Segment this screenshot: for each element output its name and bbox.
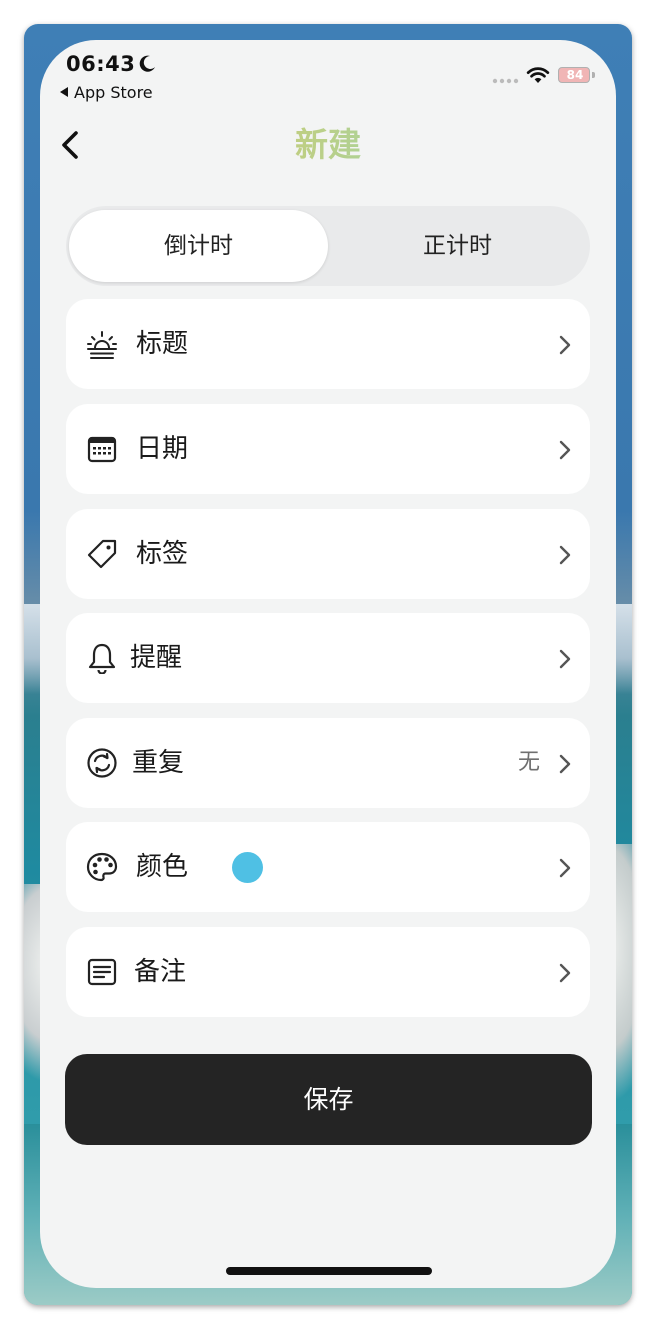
back-app-label: App Store — [74, 83, 153, 102]
save-button[interactable]: 保存 — [65, 1054, 592, 1145]
row-repeat-value: 无 — [517, 750, 540, 775]
row-notes[interactable]: 备注 — [66, 927, 590, 1017]
page-title: 新建 — [40, 118, 616, 166]
row-color-label: 颜色 — [136, 852, 189, 882]
row-title[interactable]: 标题 — [66, 299, 590, 389]
note-icon — [87, 958, 117, 986]
row-reminder[interactable]: 提醒 — [66, 613, 590, 703]
sunrise-icon — [87, 331, 117, 359]
status-time: 06:43 — [66, 52, 136, 76]
tab-countdown[interactable]: 倒计时 — [69, 210, 328, 282]
row-date[interactable]: 日期 — [66, 404, 590, 494]
row-title-label: 标题 — [136, 329, 189, 359]
chevron-right-icon — [559, 963, 571, 983]
row-tag-label: 标签 — [136, 539, 189, 569]
chevron-right-icon — [559, 545, 571, 565]
chevron-right-icon — [559, 858, 571, 878]
tab-countup[interactable]: 正计时 — [328, 210, 587, 282]
back-triangle-icon — [60, 87, 68, 97]
palette-icon — [86, 852, 118, 882]
wifi-icon — [526, 67, 550, 83]
row-date-label: 日期 — [136, 434, 189, 464]
timer-mode-segment: 倒计时 正计时 — [66, 206, 590, 286]
chevron-right-icon — [559, 754, 571, 774]
row-repeat[interactable]: 重复 无 — [66, 718, 590, 808]
color-swatch — [232, 852, 263, 883]
signal-icon — [492, 78, 519, 84]
row-notes-label: 备注 — [134, 957, 187, 987]
chevron-right-icon — [559, 440, 571, 460]
bell-icon — [88, 643, 116, 674]
row-color[interactable]: 颜色 — [66, 822, 590, 912]
chevron-right-icon — [559, 649, 571, 669]
tag-icon — [87, 539, 117, 569]
back-to-app-link[interactable]: App Store — [60, 83, 153, 102]
row-repeat-label: 重复 — [132, 748, 185, 778]
moon-icon — [139, 55, 155, 72]
battery-tip — [592, 72, 595, 78]
calendar-icon — [87, 436, 117, 463]
repeat-icon — [87, 748, 117, 778]
battery-level: 84 — [566, 68, 584, 82]
row-tag[interactable]: 标签 — [66, 509, 590, 599]
app-screen: 06:43 App Store 84 新建 倒计时 正计时 标题 日期 标签 提… — [40, 40, 616, 1288]
home-indicator — [226, 1267, 432, 1275]
row-reminder-label: 提醒 — [130, 643, 183, 673]
chevron-right-icon — [559, 335, 571, 355]
